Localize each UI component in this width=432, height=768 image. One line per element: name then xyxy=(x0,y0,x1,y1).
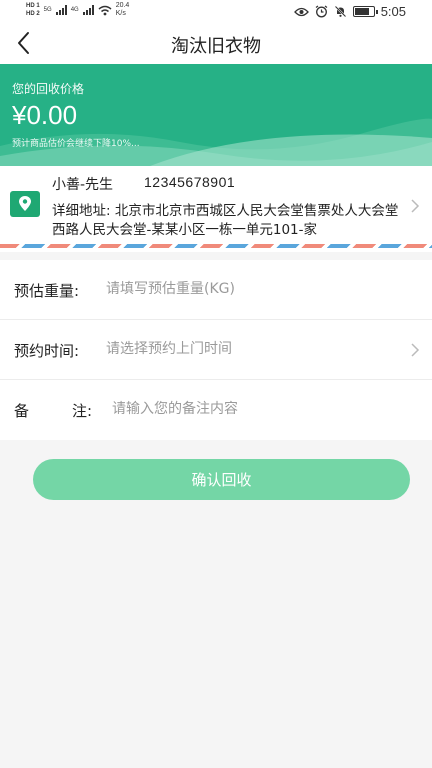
status-right: 5:05 xyxy=(293,4,406,19)
battery-icon xyxy=(352,6,378,17)
time-row[interactable]: 预约时间: xyxy=(0,320,432,380)
price-label: 您的回收价格 xyxy=(12,82,85,96)
page-title: 淘汰旧衣物 xyxy=(171,36,261,57)
time-picker[interactable] xyxy=(106,336,386,362)
remark-row: 备 注: xyxy=(0,380,432,440)
nav-bar: 淘汰旧衣物 xyxy=(0,24,432,64)
weight-input[interactable] xyxy=(106,276,386,302)
status-left: HD 1 HD 2 5G 4G 20.4 K/s xyxy=(26,2,129,18)
price-value: ¥0.00 xyxy=(12,100,78,130)
network-type-2: 4G xyxy=(70,7,79,13)
remark-input[interactable] xyxy=(112,396,392,422)
confirm-recycle-button[interactable]: 确认回收 xyxy=(33,459,410,500)
wifi-icon xyxy=(98,5,112,15)
remark-label-a: 备 xyxy=(14,402,30,420)
contact-phone: 12345678901 xyxy=(144,174,236,190)
status-bar: HD 1 HD 2 5G 4G 20.4 K/s 5:05 xyxy=(0,0,432,24)
recycle-form: 预估重量: 预约时间: 备 注: xyxy=(0,260,432,440)
signal-icon-2 xyxy=(82,5,94,15)
signal-icon xyxy=(55,5,67,15)
mute-bell-icon xyxy=(334,5,346,18)
price-banner: 您的回收价格 ¥0.00 预计商品估价会继续下降10%... xyxy=(0,64,432,166)
contact-name: 小善-先生 xyxy=(52,177,114,193)
hd1-badge: HD 1 xyxy=(26,3,40,9)
weight-label: 预估重量: xyxy=(14,282,80,300)
chevron-right-icon xyxy=(411,199,420,213)
net-speed: 20.4 xyxy=(115,2,130,9)
network-type-1: 5G xyxy=(43,7,52,13)
location-pin-icon xyxy=(10,191,40,217)
weight-row: 预估重量: xyxy=(0,260,432,320)
net-speed-unit: K/s xyxy=(115,10,126,17)
address-detail: 详细地址: 北京市北京市西城区人民大会堂售票处人大会堂西路人民大会堂-某某小区一… xyxy=(52,203,399,238)
alarm-icon xyxy=(315,5,328,18)
envelope-stripe xyxy=(0,244,432,248)
chevron-right-icon xyxy=(411,343,420,357)
status-time: 5:05 xyxy=(380,4,406,19)
price-note: 预计商品估价会继续下降10%... xyxy=(12,139,140,149)
time-label: 预约时间: xyxy=(14,342,80,360)
remark-label: 备 注: xyxy=(14,400,92,421)
eye-icon xyxy=(293,7,309,16)
address-card[interactable]: 小善-先生 12345678901 详细地址: 北京市北京市西城区人民大会堂售票… xyxy=(0,166,432,252)
hd2-badge: HD 2 xyxy=(26,11,40,17)
remark-label-b: 注: xyxy=(71,402,92,420)
